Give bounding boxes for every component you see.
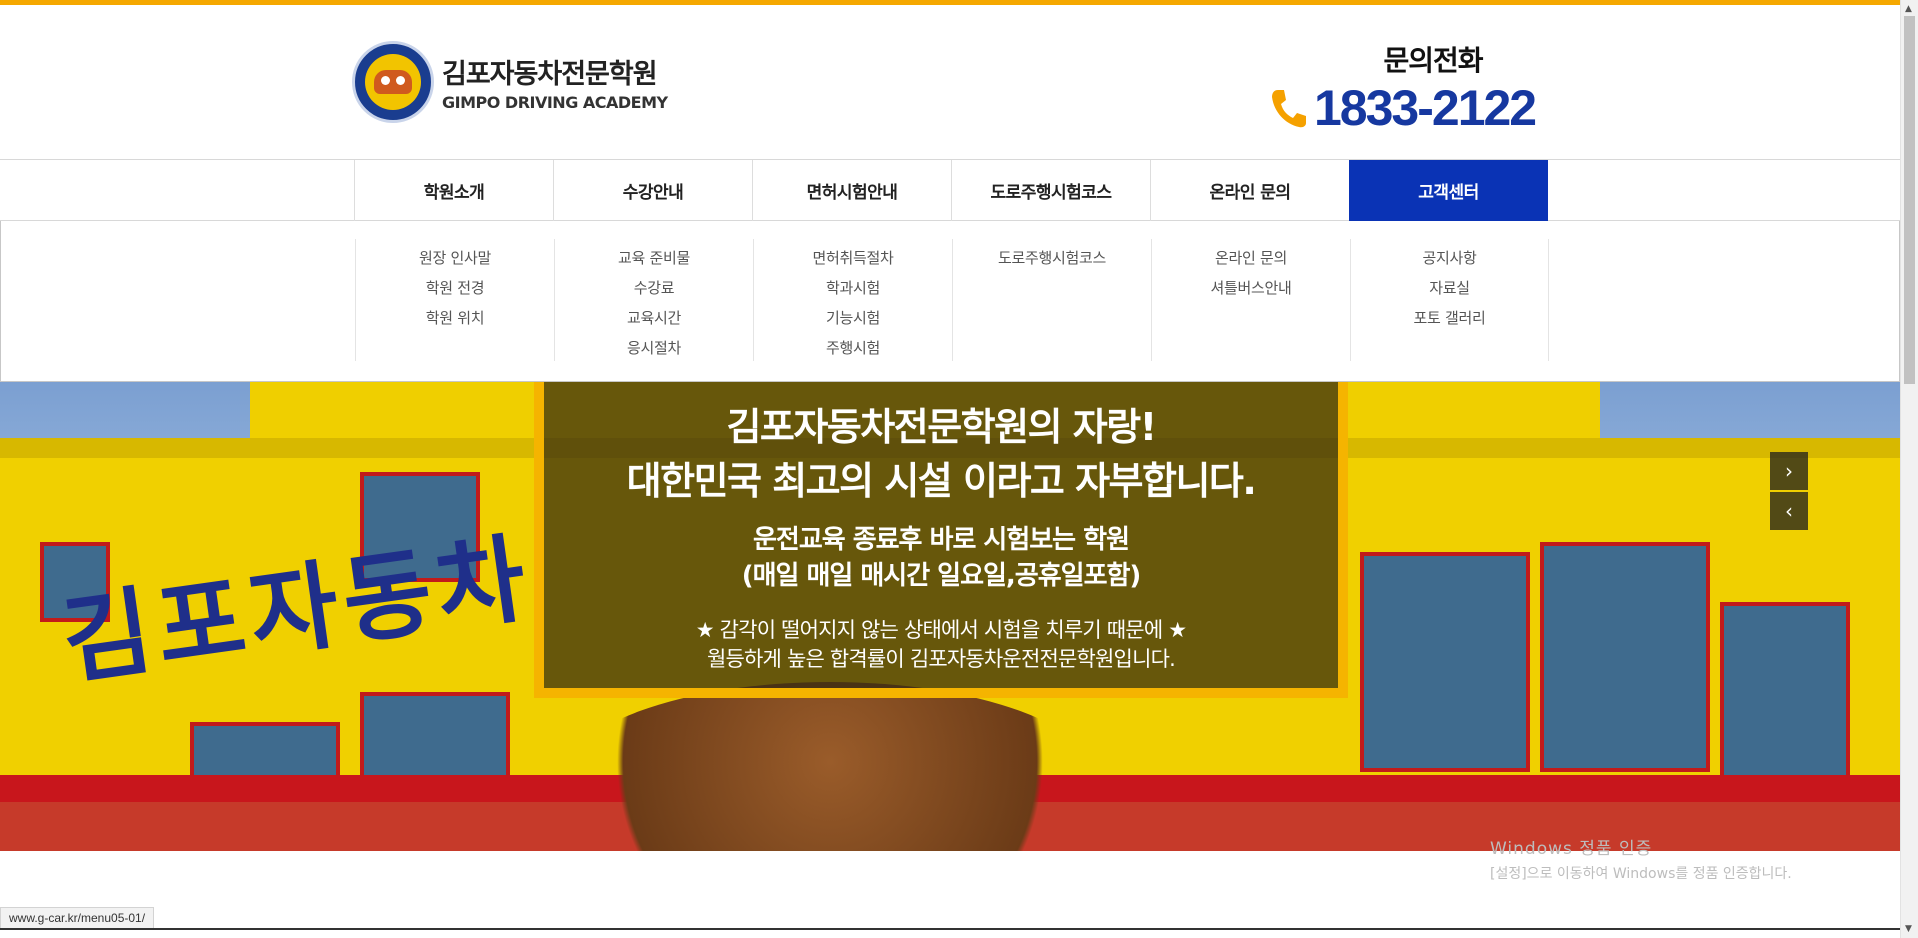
submenu-link[interactable]: 자료실 [1351, 273, 1548, 303]
chevron-left-icon: ‹ [1785, 499, 1793, 523]
chevron-right-icon: › [1785, 459, 1793, 483]
nav-item-customer-center[interactable]: 고객센터 [1349, 160, 1548, 221]
submenu-link[interactable]: 수강료 [555, 273, 753, 303]
site-logo[interactable]: 김포자동차전문학원 GIMPO DRIVING ACADEMY [352, 41, 668, 123]
submenu-road-test: 도로주행시험코스 [952, 239, 1151, 361]
submenu-link[interactable]: 학원 위치 [356, 303, 554, 333]
submenu-link[interactable]: 응시절차 [555, 333, 753, 363]
contact-label: 문의전화 [1383, 44, 1483, 77]
hero-slider: 김포자동차 김포자동차전문학원의 자랑! 대한민국 최고의 시설 이라고 자부합… [0, 382, 1900, 851]
submenu-link[interactable]: 포토 갤러리 [1351, 303, 1548, 333]
submenu-course-info: 교육 준비물 수강료 교육시간 응시절차 [554, 239, 753, 361]
site-header: 김포자동차전문학원 GIMPO DRIVING ACADEMY 문의전화 183… [0, 5, 1900, 159]
nav-item-about[interactable]: 학원소개 [354, 160, 553, 221]
submenu-about: 원장 인사말 학원 전경 학원 위치 [355, 239, 554, 361]
submenu-link[interactable]: 주행시험 [754, 333, 952, 363]
hero-headline-1: 김포자동차전문학원의 자랑! [726, 405, 1157, 449]
scrollbar-thumb[interactable] [1904, 16, 1915, 384]
building-window [1540, 542, 1710, 772]
logo-title: 김포자동차전문학원 [442, 59, 658, 90]
hero-caption-box: 김포자동차전문학원의 자랑! 대한민국 최고의 시설 이라고 자부합니다. 운전… [534, 382, 1348, 698]
hero-subtext-1: 운전교육 종료후 바로 시험보는 학원 [752, 525, 1130, 555]
windows-activation-watermark: Windows 정품 인증 [설정]으로 이동하여 Windows를 정품 인증… [1490, 834, 1792, 883]
submenu-link[interactable]: 원장 인사말 [356, 243, 554, 273]
submenu-license-exam: 면허취득절차 학과시험 기능시험 주행시험 [753, 239, 952, 361]
submenu-link[interactable]: 도로주행시험코스 [953, 243, 1151, 273]
submenu-link[interactable]: 교육 준비물 [555, 243, 753, 273]
hero-subtext-2: (매일 매일 매시간 일요일,공휴일포함) [741, 561, 1142, 591]
submenu-link[interactable]: 공지사항 [1351, 243, 1548, 273]
phone-icon [1268, 86, 1308, 130]
submenu-online-inquiry: 온라인 문의 셔틀버스안내 [1151, 239, 1350, 361]
submenu-link[interactable]: 셔틀버스안내 [1152, 273, 1350, 303]
submenu-link[interactable]: 학과시험 [754, 273, 952, 303]
hero-note-2: 월등하게 높은 합격률이 김포자동차운전전문학원입니다. [707, 647, 1176, 671]
watermark-line-1: Windows 정품 인증 [1490, 839, 1653, 859]
browser-status-bar: www.g-car.kr/menu05-01/ [0, 907, 155, 929]
contact-box: 문의전화 1833-2122 [1268, 39, 1558, 137]
slider-next-button[interactable]: › [1770, 452, 1808, 490]
nav-item-online-inquiry[interactable]: 온라인 문의 [1150, 160, 1349, 221]
main-nav: 학원소개 수강안내 면허시험안내 도로주행시험코스 온라인 문의 고객센터 [0, 159, 1900, 221]
submenu-link[interactable]: 면허취득절차 [754, 243, 952, 273]
hero-headline-2: 대한민국 최고의 시설 이라고 자부합니다. [626, 459, 1257, 503]
submenu-link[interactable]: 온라인 문의 [1152, 243, 1350, 273]
phone-number[interactable]: 1833-2122 [1314, 79, 1537, 137]
nav-item-road-test-course[interactable]: 도로주행시험코스 [951, 160, 1150, 221]
scroll-up-icon[interactable]: ▲ [1905, 4, 1912, 14]
submenu-link[interactable]: 학원 전경 [356, 273, 554, 303]
building-window [1720, 602, 1850, 782]
building-window [1360, 552, 1530, 772]
scroll-down-icon[interactable]: ▼ [1905, 924, 1912, 934]
watermark-line-2: [설정]으로 이동하여 Windows를 정품 인증합니다. [1490, 866, 1792, 882]
nav-item-course-info[interactable]: 수강안내 [553, 160, 752, 221]
submenu-customer-center: 공지사항 자료실 포토 갤러리 [1350, 239, 1549, 361]
slider-prev-button[interactable]: ‹ [1770, 492, 1808, 530]
submenu-link[interactable]: 교육시간 [555, 303, 753, 333]
hero-note-1: ★ 감각이 떨어지지 않는 상태에서 시험을 치루기 때문에 ★ [695, 618, 1187, 642]
nav-item-license-exam[interactable]: 면허시험안내 [752, 160, 951, 221]
academy-emblem-icon [352, 41, 434, 123]
mega-menu-dropdown: 원장 인사말 학원 전경 학원 위치 교육 준비물 수강료 교육시간 응시절차 … [0, 221, 1900, 382]
submenu-link[interactable]: 기능시험 [754, 303, 952, 333]
page-scrollbar[interactable]: ▲ ▼ [1900, 0, 1918, 938]
logo-subtitle: GIMPO DRIVING ACADEMY [442, 93, 668, 112]
